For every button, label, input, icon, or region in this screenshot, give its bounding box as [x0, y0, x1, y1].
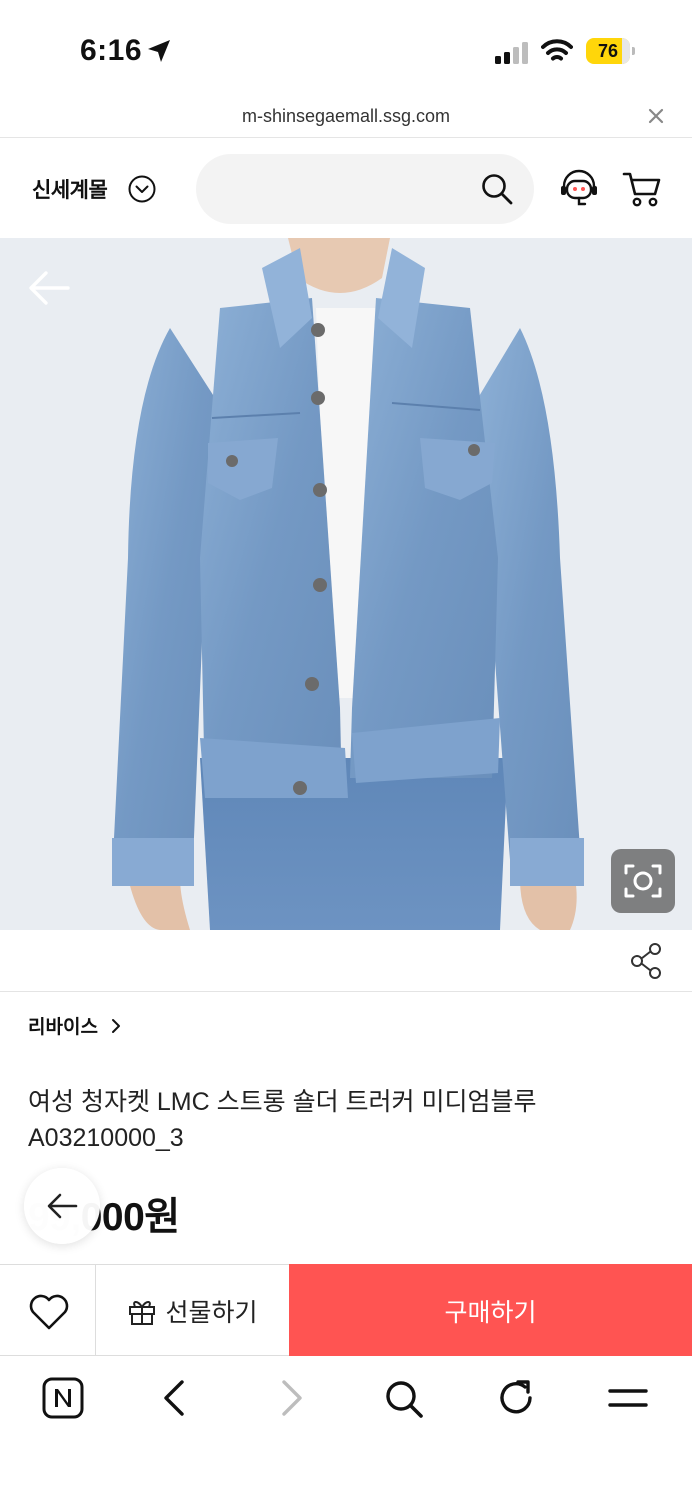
purchase-bar: 선물하기 구매하기 [0, 1264, 692, 1357]
back-arrow-icon[interactable] [26, 268, 72, 308]
buy-button[interactable]: 구매하기 [289, 1264, 692, 1357]
battery-level: 76 [597, 41, 619, 61]
cart-icon[interactable] [622, 170, 662, 208]
browser-toolbar [0, 1356, 692, 1500]
gift-button[interactable]: 선물하기 [96, 1265, 289, 1356]
floating-back-button[interactable] [24, 1168, 100, 1244]
status-bar: 6:16 76 [0, 0, 692, 100]
denim-jacket-illustration [112, 238, 584, 930]
close-icon[interactable] [646, 106, 666, 126]
product-title: 여성 청자켓 LMC 스트롱 숄더 트러커 미디엄블루 A03210000_3 [28, 1088, 537, 1152]
product-image[interactable] [0, 238, 692, 930]
mall-name[interactable]: 신세계몰 [32, 174, 108, 204]
battery-icon: 76 [586, 38, 636, 64]
menu-icon[interactable] [606, 1376, 650, 1420]
search-icon[interactable] [480, 172, 514, 206]
url-domain[interactable]: m-shinsegaemall.ssg.com [0, 106, 692, 127]
gift-icon [129, 1300, 156, 1325]
browser-back-icon[interactable] [154, 1376, 198, 1420]
location-arrow-icon [148, 40, 170, 62]
chevron-right-icon [111, 1018, 120, 1033]
url-bar[interactable]: m-shinsegaemall.ssg.com [0, 100, 692, 138]
browser-forward-icon[interactable] [268, 1376, 312, 1420]
site-header: 신세계몰 [0, 138, 692, 238]
share-icon[interactable] [628, 942, 664, 980]
reload-icon[interactable] [494, 1376, 538, 1420]
brand-link[interactable]: 리바이스 [28, 1012, 124, 1039]
wishlist-button[interactable] [0, 1265, 96, 1356]
wifi-icon [541, 39, 573, 61]
naver-home-icon[interactable] [41, 1376, 85, 1420]
share-row [0, 930, 692, 992]
image-search-lens-button[interactable] [611, 849, 675, 913]
search-input[interactable] [196, 154, 534, 224]
customer-service-icon[interactable] [558, 168, 600, 210]
chevron-down-circle-icon[interactable] [127, 174, 157, 204]
brand-name[interactable]: 리바이스 [28, 1012, 98, 1039]
gift-label: 선물하기 [165, 1297, 258, 1327]
back-arrow-icon [47, 1193, 78, 1219]
camera-lens-icon [624, 864, 662, 898]
heart-icon [29, 1294, 69, 1330]
status-time: 6:16 [80, 34, 143, 67]
buy-label: 구매하기 [444, 1297, 537, 1327]
cellular-signal-icon [495, 42, 528, 64]
browser-search-icon[interactable] [381, 1376, 425, 1420]
